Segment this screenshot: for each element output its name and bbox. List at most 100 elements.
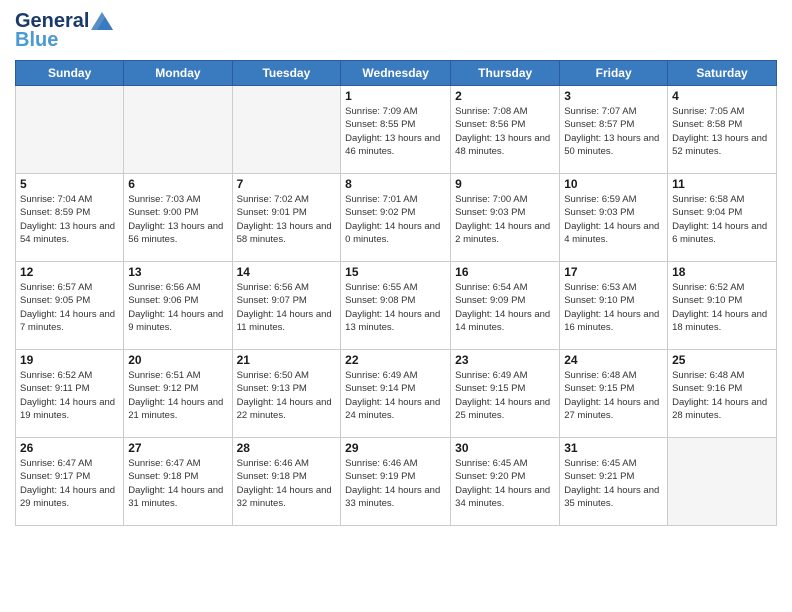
calendar-cell: 28Sunrise: 6:46 AMSunset: 9:18 PMDayligh… bbox=[232, 438, 341, 526]
day-number: 5 bbox=[20, 177, 119, 191]
calendar-cell: 30 Sunrise: 6:45 AMSunset: 9:20 PMDayligh… bbox=[451, 438, 560, 526]
day-info: Sunrise: 6:47 AMSunset: 9:18 PMDaylight:… bbox=[128, 457, 227, 510]
calendar-cell: 22 Sunrise: 6:49 AMSunset: 9:14 PMDayligh… bbox=[341, 350, 451, 438]
day-number: 29 bbox=[345, 441, 446, 455]
calendar-cell: 19Sunrise: 6:52 AMSunset: 9:11 PMDayligh… bbox=[16, 350, 124, 438]
day-info: Sunrise: 7:07 AMSunset: 8:57 PMDaylight:… bbox=[564, 105, 663, 158]
day-info: Sunrise: 6:56 AMSunset: 9:07 PMDaylight:… bbox=[237, 281, 337, 334]
day-info: Sunrise: 6:46 AMSunset: 9:18 PMDaylight:… bbox=[237, 457, 337, 510]
calendar-cell: 17 Sunrise: 6:53 AMSunset: 9:10 PMDayligh… bbox=[560, 262, 668, 350]
day-header-wednesday: Wednesday bbox=[341, 61, 451, 86]
day-info: Sunrise: 6:49 AMSunset: 9:15 PMDaylight:… bbox=[455, 369, 555, 422]
calendar-cell: 11 Sunrise: 6:58 AMSunset: 9:04 PMDayligh… bbox=[668, 174, 777, 262]
day-number: 19 bbox=[20, 353, 119, 367]
calendar-cell: 27 Sunrise: 6:47 AMSunset: 9:18 PMDayligh… bbox=[124, 438, 232, 526]
day-info: Sunrise: 6:53 AMSunset: 9:10 PMDaylight:… bbox=[564, 281, 663, 334]
calendar-table: SundayMondayTuesdayWednesdayThursdayFrid… bbox=[15, 60, 777, 526]
day-number: 2 bbox=[455, 89, 555, 103]
calendar-cell: 5 Sunrise: 7:04 AMSunset: 8:59 PMDaylight… bbox=[16, 174, 124, 262]
day-number: 9 bbox=[455, 177, 555, 191]
day-info: Sunrise: 6:47 AMSunset: 9:17 PMDaylight:… bbox=[20, 457, 119, 510]
calendar-cell bbox=[124, 86, 232, 174]
calendar-week-3: 12 Sunrise: 6:57 AMSunset: 9:05 PMDayligh… bbox=[16, 262, 777, 350]
calendar-cell: 4 Sunrise: 7:05 AMSunset: 8:58 PMDaylight… bbox=[668, 86, 777, 174]
day-number: 7 bbox=[237, 177, 337, 191]
page: General Blue SundayMondayTuesdayWednesda… bbox=[0, 0, 792, 612]
calendar-week-2: 5 Sunrise: 7:04 AMSunset: 8:59 PMDaylight… bbox=[16, 174, 777, 262]
day-info: Sunrise: 7:05 AMSunset: 8:58 PMDaylight:… bbox=[672, 105, 772, 158]
day-number: 6 bbox=[128, 177, 227, 191]
calendar-cell: 29 Sunrise: 6:46 AMSunset: 9:19 PMDayligh… bbox=[341, 438, 451, 526]
day-number: 18 bbox=[672, 265, 772, 279]
day-header-sunday: Sunday bbox=[16, 61, 124, 86]
day-info: Sunrise: 7:09 AMSunset: 8:55 PMDaylight:… bbox=[345, 105, 446, 158]
calendar-cell: 16 Sunrise: 6:54 AMSunset: 9:09 PMDayligh… bbox=[451, 262, 560, 350]
day-info: Sunrise: 6:56 AMSunset: 9:06 PMDaylight:… bbox=[128, 281, 227, 334]
day-info: Sunrise: 6:55 AMSunset: 9:08 PMDaylight:… bbox=[345, 281, 446, 334]
calendar-cell: 10 Sunrise: 6:59 AMSunset: 9:03 PMDayligh… bbox=[560, 174, 668, 262]
logo: General Blue bbox=[15, 10, 113, 52]
day-number: 4 bbox=[672, 89, 772, 103]
calendar-cell: 18Sunrise: 6:52 AMSunset: 9:10 PMDayligh… bbox=[668, 262, 777, 350]
calendar-cell: 6 Sunrise: 7:03 AMSunset: 9:00 PMDaylight… bbox=[124, 174, 232, 262]
calendar-cell: 24 Sunrise: 6:48 AMSunset: 9:15 PMDayligh… bbox=[560, 350, 668, 438]
calendar-cell bbox=[668, 438, 777, 526]
calendar-cell: 9 Sunrise: 7:00 AMSunset: 9:03 PMDaylight… bbox=[451, 174, 560, 262]
day-info: Sunrise: 6:48 AMSunset: 9:15 PMDaylight:… bbox=[564, 369, 663, 422]
day-info: Sunrise: 6:49 AMSunset: 9:14 PMDaylight:… bbox=[345, 369, 446, 422]
calendar-cell bbox=[232, 86, 341, 174]
calendar-cell: 15Sunrise: 6:55 AMSunset: 9:08 PMDayligh… bbox=[341, 262, 451, 350]
day-number: 24 bbox=[564, 353, 663, 367]
day-header-thursday: Thursday bbox=[451, 61, 560, 86]
calendar-week-4: 19Sunrise: 6:52 AMSunset: 9:11 PMDayligh… bbox=[16, 350, 777, 438]
calendar-cell: 23 Sunrise: 6:49 AMSunset: 9:15 PMDayligh… bbox=[451, 350, 560, 438]
calendar-cell: 8 Sunrise: 7:01 AMSunset: 9:02 PMDaylight… bbox=[341, 174, 451, 262]
day-number: 31 bbox=[564, 441, 663, 455]
day-info: Sunrise: 6:46 AMSunset: 9:19 PMDaylight:… bbox=[345, 457, 446, 510]
day-number: 30 bbox=[455, 441, 555, 455]
day-info: Sunrise: 6:45 AMSunset: 9:21 PMDaylight:… bbox=[564, 457, 663, 510]
day-number: 13 bbox=[128, 265, 227, 279]
calendar-cell bbox=[16, 86, 124, 174]
day-number: 23 bbox=[455, 353, 555, 367]
logo-blue: Blue bbox=[15, 29, 58, 52]
day-info: Sunrise: 6:48 AMSunset: 9:16 PMDaylight:… bbox=[672, 369, 772, 422]
day-number: 8 bbox=[345, 177, 446, 191]
calendar-cell: 2Sunrise: 7:08 AMSunset: 8:56 PMDaylight… bbox=[451, 86, 560, 174]
day-number: 16 bbox=[455, 265, 555, 279]
day-number: 27 bbox=[128, 441, 227, 455]
day-info: Sunrise: 6:51 AMSunset: 9:12 PMDaylight:… bbox=[128, 369, 227, 422]
day-info: Sunrise: 6:50 AMSunset: 9:13 PMDaylight:… bbox=[237, 369, 337, 422]
calendar-cell: 21 Sunrise: 6:50 AMSunset: 9:13 PMDayligh… bbox=[232, 350, 341, 438]
calendar-header-row: SundayMondayTuesdayWednesdayThursdayFrid… bbox=[16, 61, 777, 86]
day-number: 26 bbox=[20, 441, 119, 455]
calendar-cell: 12 Sunrise: 6:57 AMSunset: 9:05 PMDayligh… bbox=[16, 262, 124, 350]
day-number: 12 bbox=[20, 265, 119, 279]
logo-icon bbox=[91, 12, 113, 30]
calendar-cell: 3Sunrise: 7:07 AMSunset: 8:57 PMDaylight… bbox=[560, 86, 668, 174]
day-number: 1 bbox=[345, 89, 446, 103]
day-info: Sunrise: 6:59 AMSunset: 9:03 PMDaylight:… bbox=[564, 193, 663, 246]
day-number: 10 bbox=[564, 177, 663, 191]
day-number: 14 bbox=[237, 265, 337, 279]
header: General Blue bbox=[15, 10, 777, 52]
day-info: Sunrise: 7:04 AMSunset: 8:59 PMDaylight:… bbox=[20, 193, 119, 246]
day-header-saturday: Saturday bbox=[668, 61, 777, 86]
day-number: 22 bbox=[345, 353, 446, 367]
day-number: 21 bbox=[237, 353, 337, 367]
calendar-cell: 14 Sunrise: 6:56 AMSunset: 9:07 PMDayligh… bbox=[232, 262, 341, 350]
day-info: Sunrise: 7:01 AMSunset: 9:02 PMDaylight:… bbox=[345, 193, 446, 246]
calendar-cell: 25Sunrise: 6:48 AMSunset: 9:16 PMDayligh… bbox=[668, 350, 777, 438]
day-number: 11 bbox=[672, 177, 772, 191]
day-info: Sunrise: 7:00 AMSunset: 9:03 PMDaylight:… bbox=[455, 193, 555, 246]
day-info: Sunrise: 6:58 AMSunset: 9:04 PMDaylight:… bbox=[672, 193, 772, 246]
calendar-cell: 7Sunrise: 7:02 AMSunset: 9:01 PMDaylight… bbox=[232, 174, 341, 262]
day-info: Sunrise: 6:45 AMSunset: 9:20 PMDaylight:… bbox=[455, 457, 555, 510]
day-number: 20 bbox=[128, 353, 227, 367]
day-number: 17 bbox=[564, 265, 663, 279]
calendar-week-5: 26 Sunrise: 6:47 AMSunset: 9:17 PMDayligh… bbox=[16, 438, 777, 526]
day-info: Sunrise: 6:54 AMSunset: 9:09 PMDaylight:… bbox=[455, 281, 555, 334]
day-header-friday: Friday bbox=[560, 61, 668, 86]
day-info: Sunrise: 7:03 AMSunset: 9:00 PMDaylight:… bbox=[128, 193, 227, 246]
day-info: Sunrise: 6:57 AMSunset: 9:05 PMDaylight:… bbox=[20, 281, 119, 334]
